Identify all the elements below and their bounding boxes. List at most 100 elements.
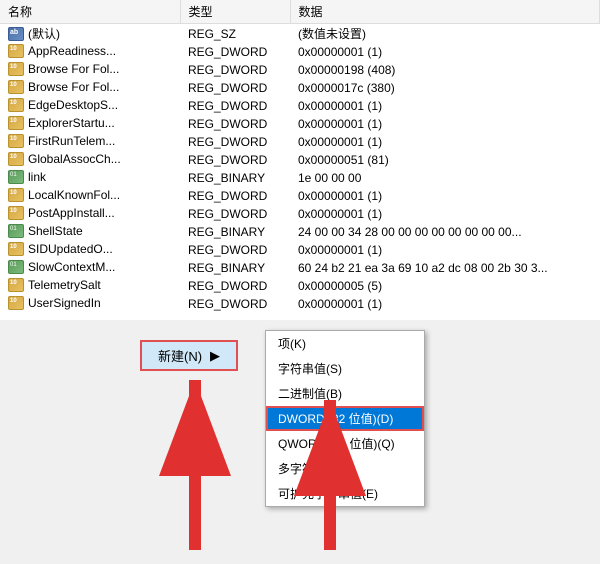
- row-name: Browse For Fol...: [28, 62, 119, 76]
- row-name: SIDUpdatedO...: [28, 242, 113, 256]
- table-row[interactable]: link REG_BINARY 1e 00 00 00: [0, 169, 600, 187]
- row-data: 0x00000001 (1): [290, 43, 600, 61]
- table-row[interactable]: Browse For Fol... REG_DWORD 0x00000198 (…: [0, 61, 600, 79]
- row-name: AppReadiness...: [28, 44, 116, 58]
- row-type: REG_DWORD: [180, 241, 290, 259]
- row-data: 24 00 00 34 28 00 00 00 00 00 00 00 00..…: [290, 223, 600, 241]
- row-name-cell: TelemetrySalt: [8, 278, 101, 292]
- bottom-area: 新建(N) ▶ 项(K)字符串值(S)二进制值(B)DWORD (32 位值)(…: [0, 320, 600, 564]
- row-type: REG_BINARY: [180, 259, 290, 277]
- table-row[interactable]: GlobalAssocCh... REG_DWORD 0x00000051 (8…: [0, 151, 600, 169]
- row-icon: [8, 188, 24, 202]
- row-type: REG_DWORD: [180, 61, 290, 79]
- row-name-cell: LocalKnownFol...: [8, 188, 120, 202]
- row-name-cell: SIDUpdatedO...: [8, 242, 113, 256]
- col-data-header: 数据: [290, 0, 600, 24]
- row-name: ExplorerStartu...: [28, 116, 115, 130]
- table-row[interactable]: SlowContextM... REG_BINARY 60 24 b2 21 e…: [0, 259, 600, 277]
- row-type: REG_DWORD: [180, 151, 290, 169]
- row-name: FirstRunTelem...: [28, 134, 115, 148]
- row-data: 0x00000005 (5): [290, 277, 600, 295]
- row-type: REG_DWORD: [180, 205, 290, 223]
- row-type: REG_DWORD: [180, 133, 290, 151]
- table-row[interactable]: TelemetrySalt REG_DWORD 0x00000005 (5): [0, 277, 600, 295]
- table-row[interactable]: ShellState REG_BINARY 24 00 00 34 28 00 …: [0, 223, 600, 241]
- row-data: 0x00000001 (1): [290, 241, 600, 259]
- row-type: REG_SZ: [180, 24, 290, 44]
- submenu-item[interactable]: 多字符串值(M): [266, 456, 424, 481]
- row-name: (默认): [28, 25, 60, 42]
- row-icon: [8, 206, 24, 220]
- row-type: REG_BINARY: [180, 169, 290, 187]
- row-type: REG_DWORD: [180, 115, 290, 133]
- table-row[interactable]: (默认) REG_SZ (数值未设置): [0, 24, 600, 44]
- row-icon: [8, 260, 24, 274]
- row-name-cell: link: [8, 170, 46, 184]
- submenu-item[interactable]: DWORD (32 位值)(D): [266, 406, 424, 431]
- row-data: 0x00000051 (81): [290, 151, 600, 169]
- row-data: 0x00000001 (1): [290, 205, 600, 223]
- row-name-cell: PostAppInstall...: [8, 206, 115, 220]
- row-name: TelemetrySalt: [28, 278, 101, 292]
- row-icon: [8, 80, 24, 94]
- row-type: REG_DWORD: [180, 187, 290, 205]
- row-type: REG_DWORD: [180, 295, 290, 313]
- table-row[interactable]: PostAppInstall... REG_DWORD 0x00000001 (…: [0, 205, 600, 223]
- row-icon: [8, 44, 24, 58]
- submenu-item[interactable]: 二进制值(B): [266, 381, 424, 406]
- row-icon: [8, 242, 24, 256]
- row-name-cell: ExplorerStartu...: [8, 116, 115, 130]
- row-data: 0x00000001 (1): [290, 187, 600, 205]
- table-row[interactable]: AppReadiness... REG_DWORD 0x00000001 (1): [0, 43, 600, 61]
- row-icon: [8, 116, 24, 130]
- row-name: SlowContextM...: [28, 260, 115, 274]
- row-data: 60 24 b2 21 ea 3a 69 10 a2 dc 08 00 2b 3…: [290, 259, 600, 277]
- arrow-right-icon: ▶: [210, 348, 220, 364]
- row-icon: [8, 62, 24, 76]
- submenu-item[interactable]: QWORD (64 位值)(Q): [266, 431, 424, 456]
- row-data: 0x00000001 (1): [290, 133, 600, 151]
- registry-panel: 名称 类型 数据 (默认) REG_SZ (数值未设置) AppReadines…: [0, 0, 600, 320]
- row-icon: [8, 152, 24, 166]
- row-icon: [8, 170, 24, 184]
- submenu-item[interactable]: 可扩充字符串值(E): [266, 481, 424, 506]
- table-row[interactable]: EdgeDesktopS... REG_DWORD 0x00000001 (1): [0, 97, 600, 115]
- row-type: REG_DWORD: [180, 277, 290, 295]
- col-type-header: 类型: [180, 0, 290, 24]
- row-name: GlobalAssocCh...: [28, 152, 121, 166]
- row-name: Browse For Fol...: [28, 80, 119, 94]
- new-menu-button[interactable]: 新建(N) ▶: [140, 340, 238, 371]
- row-type: REG_DWORD: [180, 97, 290, 115]
- table-row[interactable]: ExplorerStartu... REG_DWORD 0x00000001 (…: [0, 115, 600, 133]
- table-row[interactable]: LocalKnownFol... REG_DWORD 0x00000001 (1…: [0, 187, 600, 205]
- context-submenu: 项(K)字符串值(S)二进制值(B)DWORD (32 位值)(D)QWORD …: [265, 330, 425, 507]
- row-data: 0x00000001 (1): [290, 115, 600, 133]
- row-type: REG_DWORD: [180, 79, 290, 97]
- row-name-cell: ShellState: [8, 224, 83, 238]
- row-data: 1e 00 00 00: [290, 169, 600, 187]
- row-icon: [8, 296, 24, 310]
- row-name: UserSignedIn: [28, 296, 101, 310]
- table-row[interactable]: FirstRunTelem... REG_DWORD 0x00000001 (1…: [0, 133, 600, 151]
- row-data: 0x00000198 (408): [290, 61, 600, 79]
- row-type: REG_DWORD: [180, 43, 290, 61]
- row-name-cell: UserSignedIn: [8, 296, 101, 310]
- row-name: ShellState: [28, 224, 83, 238]
- row-icon: [8, 98, 24, 112]
- row-name: link: [28, 170, 46, 184]
- table-row[interactable]: SIDUpdatedO... REG_DWORD 0x00000001 (1): [0, 241, 600, 259]
- row-name-cell: GlobalAssocCh...: [8, 152, 121, 166]
- row-name-cell: (默认): [8, 25, 60, 42]
- col-name-header: 名称: [0, 0, 180, 24]
- submenu-item[interactable]: 项(K): [266, 331, 424, 356]
- table-row[interactable]: UserSignedIn REG_DWORD 0x00000001 (1): [0, 295, 600, 313]
- row-name: PostAppInstall...: [28, 206, 115, 220]
- registry-table-body: (默认) REG_SZ (数值未设置) AppReadiness... REG_…: [0, 24, 600, 314]
- row-name-cell: EdgeDesktopS...: [8, 98, 118, 112]
- row-name-cell: FirstRunTelem...: [8, 134, 115, 148]
- table-row[interactable]: Browse For Fol... REG_DWORD 0x0000017c (…: [0, 79, 600, 97]
- new-label: 新建(N): [158, 346, 202, 365]
- row-name: LocalKnownFol...: [28, 188, 120, 202]
- submenu-item[interactable]: 字符串值(S): [266, 356, 424, 381]
- row-data: 0x00000001 (1): [290, 97, 600, 115]
